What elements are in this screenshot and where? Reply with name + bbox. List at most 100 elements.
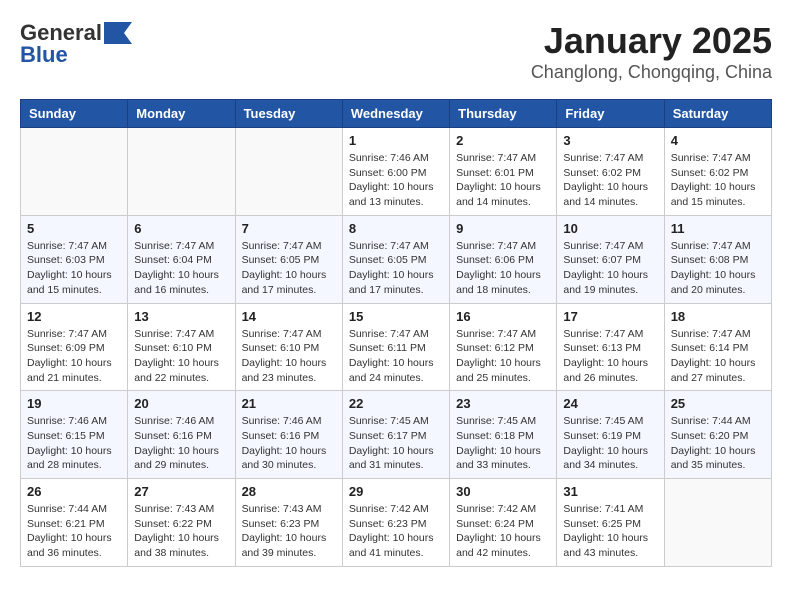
calendar-cell: 26 Sunrise: 7:44 AM Sunset: 6:21 PM Dayli… bbox=[21, 479, 128, 567]
calendar-title: January 2025 bbox=[531, 20, 772, 62]
day-info: Sunrise: 7:44 AM Sunset: 6:20 PM Dayligh… bbox=[671, 414, 765, 473]
calendar-cell bbox=[235, 128, 342, 216]
day-number: 17 bbox=[563, 309, 657, 324]
day-info: Sunrise: 7:43 AM Sunset: 6:22 PM Dayligh… bbox=[134, 502, 228, 561]
day-info: Sunrise: 7:44 AM Sunset: 6:21 PM Dayligh… bbox=[27, 502, 121, 561]
calendar-cell: 12 Sunrise: 7:47 AM Sunset: 6:09 PM Dayli… bbox=[21, 303, 128, 391]
calendar-cell: 25 Sunrise: 7:44 AM Sunset: 6:20 PM Dayli… bbox=[664, 391, 771, 479]
calendar-cell: 30 Sunrise: 7:42 AM Sunset: 6:24 PM Dayli… bbox=[450, 479, 557, 567]
day-info: Sunrise: 7:46 AM Sunset: 6:15 PM Dayligh… bbox=[27, 414, 121, 473]
calendar-cell: 11 Sunrise: 7:47 AM Sunset: 6:08 PM Dayli… bbox=[664, 215, 771, 303]
day-info: Sunrise: 7:47 AM Sunset: 6:12 PM Dayligh… bbox=[456, 327, 550, 386]
day-info: Sunrise: 7:46 AM Sunset: 6:00 PM Dayligh… bbox=[349, 151, 443, 210]
calendar-week-row: 26 Sunrise: 7:44 AM Sunset: 6:21 PM Dayli… bbox=[21, 479, 772, 567]
day-info: Sunrise: 7:47 AM Sunset: 6:13 PM Dayligh… bbox=[563, 327, 657, 386]
calendar-cell: 28Sunrise: 7:43 AM Sunset: 6:23 PM Dayli… bbox=[235, 479, 342, 567]
day-number: 18 bbox=[671, 309, 765, 324]
day-number: 27 bbox=[134, 484, 228, 499]
calendar-cell: 31 Sunrise: 7:41 AM Sunset: 6:25 PM Dayli… bbox=[557, 479, 664, 567]
calendar-cell: 29 Sunrise: 7:42 AM Sunset: 6:23 PM Dayli… bbox=[342, 479, 449, 567]
calendar-cell: 2Sunrise: 7:47 AM Sunset: 6:01 PM Daylig… bbox=[450, 128, 557, 216]
calendar-cell: 17 Sunrise: 7:47 AM Sunset: 6:13 PM Dayli… bbox=[557, 303, 664, 391]
day-info: Sunrise: 7:47 AM Sunset: 6:09 PM Dayligh… bbox=[27, 327, 121, 386]
day-info: Sunrise: 7:43 AM Sunset: 6:23 PM Dayligh… bbox=[242, 502, 336, 561]
day-number: 21 bbox=[242, 396, 336, 411]
day-info: Sunrise: 7:42 AM Sunset: 6:23 PM Dayligh… bbox=[349, 502, 443, 561]
calendar-table: SundayMondayTuesdayWednesdayThursdayFrid… bbox=[20, 99, 772, 567]
day-info: Sunrise: 7:47 AM Sunset: 6:11 PM Dayligh… bbox=[349, 327, 443, 386]
logo-flag-icon bbox=[104, 22, 134, 44]
calendar-cell: 23 Sunrise: 7:45 AM Sunset: 6:18 PM Dayli… bbox=[450, 391, 557, 479]
calendar-cell: 4Sunrise: 7:47 AM Sunset: 6:02 PM Daylig… bbox=[664, 128, 771, 216]
day-number: 15 bbox=[349, 309, 443, 324]
day-number: 24 bbox=[563, 396, 657, 411]
calendar-cell: 10 Sunrise: 7:47 AM Sunset: 6:07 PM Dayli… bbox=[557, 215, 664, 303]
calendar-cell: 21Sunrise: 7:46 AM Sunset: 6:16 PM Dayli… bbox=[235, 391, 342, 479]
day-info: Sunrise: 7:47 AM Sunset: 6:03 PM Dayligh… bbox=[27, 239, 121, 298]
day-info: Sunrise: 7:47 AM Sunset: 6:10 PM Dayligh… bbox=[242, 327, 336, 386]
day-info: Sunrise: 7:47 AM Sunset: 6:02 PM Dayligh… bbox=[563, 151, 657, 210]
calendar-week-row: 5 Sunrise: 7:47 AM Sunset: 6:03 PM Daylig… bbox=[21, 215, 772, 303]
day-info: Sunrise: 7:47 AM Sunset: 6:05 PM Dayligh… bbox=[242, 239, 336, 298]
day-info: Sunrise: 7:47 AM Sunset: 6:01 PM Dayligh… bbox=[456, 151, 550, 210]
calendar-cell: 8Sunrise: 7:47 AM Sunset: 6:05 PM Daylig… bbox=[342, 215, 449, 303]
calendar-week-row: 19 Sunrise: 7:46 AM Sunset: 6:15 PM Dayli… bbox=[21, 391, 772, 479]
calendar-cell: 6Sunrise: 7:47 AM Sunset: 6:04 PM Daylig… bbox=[128, 215, 235, 303]
calendar-cell: 14 Sunrise: 7:47 AM Sunset: 6:10 PM Dayli… bbox=[235, 303, 342, 391]
day-number: 10 bbox=[563, 221, 657, 236]
day-info: Sunrise: 7:45 AM Sunset: 6:18 PM Dayligh… bbox=[456, 414, 550, 473]
calendar-header-row: SundayMondayTuesdayWednesdayThursdayFrid… bbox=[21, 100, 772, 128]
day-info: Sunrise: 7:47 AM Sunset: 6:05 PM Dayligh… bbox=[349, 239, 443, 298]
day-info: Sunrise: 7:45 AM Sunset: 6:19 PM Dayligh… bbox=[563, 414, 657, 473]
day-number: 5 bbox=[27, 221, 121, 236]
day-number: 12 bbox=[27, 309, 121, 324]
day-info: Sunrise: 7:47 AM Sunset: 6:02 PM Dayligh… bbox=[671, 151, 765, 210]
day-number: 26 bbox=[27, 484, 121, 499]
day-number: 9 bbox=[456, 221, 550, 236]
calendar-cell: 19 Sunrise: 7:46 AM Sunset: 6:15 PM Dayli… bbox=[21, 391, 128, 479]
day-number: 3 bbox=[563, 133, 657, 148]
day-number: 29 bbox=[349, 484, 443, 499]
column-header-friday: Friday bbox=[557, 100, 664, 128]
calendar-cell: 9 Sunrise: 7:47 AM Sunset: 6:06 PM Daylig… bbox=[450, 215, 557, 303]
day-number: 23 bbox=[456, 396, 550, 411]
day-number: 19 bbox=[27, 396, 121, 411]
calendar-cell: 27 Sunrise: 7:43 AM Sunset: 6:22 PM Dayli… bbox=[128, 479, 235, 567]
day-info: Sunrise: 7:47 AM Sunset: 6:04 PM Dayligh… bbox=[134, 239, 228, 298]
calendar-cell: 7 Sunrise: 7:47 AM Sunset: 6:05 PM Daylig… bbox=[235, 215, 342, 303]
day-number: 14 bbox=[242, 309, 336, 324]
day-info: Sunrise: 7:47 AM Sunset: 6:06 PM Dayligh… bbox=[456, 239, 550, 298]
title-block: January 2025 Changlong, Chongqing, China bbox=[531, 20, 772, 83]
calendar-cell: 15 Sunrise: 7:47 AM Sunset: 6:11 PM Dayli… bbox=[342, 303, 449, 391]
calendar-week-row: 12 Sunrise: 7:47 AM Sunset: 6:09 PM Dayli… bbox=[21, 303, 772, 391]
day-number: 1 bbox=[349, 133, 443, 148]
calendar-cell: 24 Sunrise: 7:45 AM Sunset: 6:19 PM Dayli… bbox=[557, 391, 664, 479]
day-info: Sunrise: 7:42 AM Sunset: 6:24 PM Dayligh… bbox=[456, 502, 550, 561]
calendar-cell: 16 Sunrise: 7:47 AM Sunset: 6:12 PM Dayli… bbox=[450, 303, 557, 391]
logo: General Blue bbox=[20, 20, 134, 68]
day-info: Sunrise: 7:41 AM Sunset: 6:25 PM Dayligh… bbox=[563, 502, 657, 561]
day-number: 30 bbox=[456, 484, 550, 499]
day-number: 25 bbox=[671, 396, 765, 411]
column-header-saturday: Saturday bbox=[664, 100, 771, 128]
day-number: 7 bbox=[242, 221, 336, 236]
column-header-wednesday: Wednesday bbox=[342, 100, 449, 128]
column-header-thursday: Thursday bbox=[450, 100, 557, 128]
day-number: 16 bbox=[456, 309, 550, 324]
column-header-monday: Monday bbox=[128, 100, 235, 128]
logo-blue: Blue bbox=[20, 42, 68, 68]
day-number: 20 bbox=[134, 396, 228, 411]
calendar-subtitle: Changlong, Chongqing, China bbox=[531, 62, 772, 83]
page-header: General Blue January 2025 Changlong, Cho… bbox=[20, 20, 772, 83]
day-number: 11 bbox=[671, 221, 765, 236]
day-info: Sunrise: 7:47 AM Sunset: 6:07 PM Dayligh… bbox=[563, 239, 657, 298]
column-header-tuesday: Tuesday bbox=[235, 100, 342, 128]
day-number: 31 bbox=[563, 484, 657, 499]
day-info: Sunrise: 7:47 AM Sunset: 6:14 PM Dayligh… bbox=[671, 327, 765, 386]
calendar-cell: 13Sunrise: 7:47 AM Sunset: 6:10 PM Dayli… bbox=[128, 303, 235, 391]
day-info: Sunrise: 7:47 AM Sunset: 6:08 PM Dayligh… bbox=[671, 239, 765, 298]
calendar-cell bbox=[664, 479, 771, 567]
calendar-cell: 3 Sunrise: 7:47 AM Sunset: 6:02 PM Daylig… bbox=[557, 128, 664, 216]
day-info: Sunrise: 7:45 AM Sunset: 6:17 PM Dayligh… bbox=[349, 414, 443, 473]
calendar-cell bbox=[21, 128, 128, 216]
